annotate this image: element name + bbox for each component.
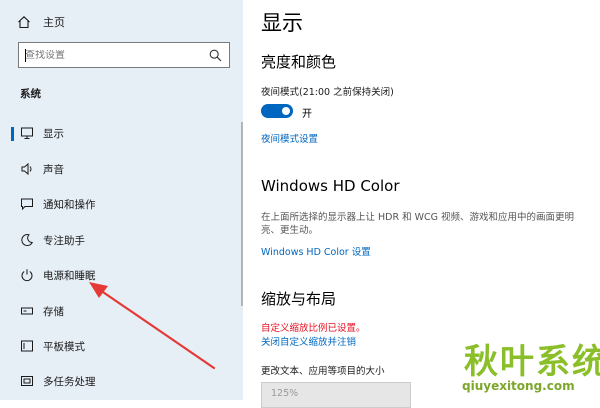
sidebar-item-label: 存储 [43,306,64,318]
multitask-icon [21,376,33,386]
home-label: 主页 [43,16,65,29]
hd-color-settings-link[interactable]: Windows HD Color 设置 [261,244,371,258]
night-light-settings-link[interactable]: 夜间模式设置 [261,131,318,145]
sidebar-item-tablet-mode[interactable]: 平板模式 [0,331,243,361]
page-title: 显示 [261,11,303,35]
selection-indicator [11,127,14,141]
watermark-url: qiuyexitong.com [462,379,575,393]
sidebar-item-label: 平板模式 [43,341,85,353]
sidebar-item-label: 电源和睡眠 [43,270,96,282]
night-light-toggle[interactable] [261,104,293,118]
search-icon[interactable] [209,49,222,62]
hd-color-heading: Windows HD Color [261,177,400,195]
night-light-label: 夜间模式(21:00 之前保持关闭) [261,87,394,98]
sidebar-item-power-sleep[interactable]: 电源和睡眠 [0,260,243,290]
storage-icon [21,307,33,315]
sidebar-item-label: 专注助手 [43,235,85,247]
power-icon [21,269,33,282]
text-size-label: 更改文本、应用等项目的大小 [261,366,385,377]
notification-icon [21,198,33,211]
toggle-state-label: 开 [302,109,312,120]
settings-sidebar: 主页 系统 显示 声音 通知和操作 [0,0,243,400]
custom-scale-warning: 自定义缩放比例已设置。 [261,323,366,334]
sidebar-item-label: 显示 [43,128,64,140]
sidebar-item-label: 多任务处理 [43,376,96,388]
speaker-icon [21,162,32,176]
tablet-icon [21,340,33,352]
moon-icon [21,234,34,247]
disable-custom-scale-link[interactable]: 关闭自定义缩放并注销 [261,334,356,348]
hd-color-description: 在上面所选择的显示器上让 HDR 和 WCG 视频、游戏和应用中的画面更明亮、更… [261,212,575,236]
sidebar-section-title: 系统 [20,88,41,100]
sidebar-item-storage[interactable]: 存储 [0,296,243,326]
sidebar-item-label: 声音 [43,164,64,176]
sidebar-item-focus-assist[interactable]: 专注助手 [0,225,243,255]
text-cursor [25,49,26,62]
scale-dropdown-value: 125% [271,388,299,399]
toggle-knob [282,107,290,115]
scale-dropdown[interactable]: 125% [261,382,411,408]
sidebar-item-notifications[interactable]: 通知和操作 [0,189,243,219]
sidebar-item-multitasking[interactable]: 多任务处理 [0,366,243,396]
home-button[interactable]: 主页 [17,11,65,33]
brightness-color-heading: 亮度和颜色 [261,53,337,71]
monitor-icon [21,127,33,139]
search-box[interactable] [18,42,230,68]
sidebar-item-label: 通知和操作 [43,199,96,211]
sidebar-item-sound[interactable]: 声音 [0,154,243,184]
sidebar-item-display[interactable]: 显示 [0,118,243,148]
watermark-title: 秋叶系统 [464,342,600,382]
search-input[interactable] [19,49,205,61]
scale-layout-heading: 缩放与布局 [261,290,337,308]
watermark-logo: 秋叶系统 qiuyexitong.com [462,334,600,400]
home-icon [18,16,30,29]
